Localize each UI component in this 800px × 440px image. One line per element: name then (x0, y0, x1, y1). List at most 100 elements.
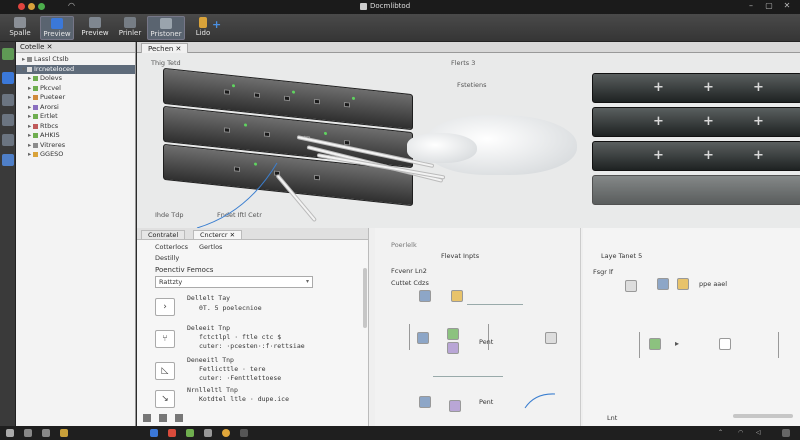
network-icon[interactable]: ◠ (738, 429, 743, 436)
app-icon (360, 3, 367, 10)
props-heading: Poenctiv Femocs (155, 266, 214, 274)
code-block[interactable]: ◺ Deneeitl Tnp Fetlicttle · tere cuter: … (151, 356, 365, 386)
rack-photo-view: Thig Tetd Flerts 3 Fstetiens + + + + + +… (137, 53, 800, 228)
toolbar-button-preview-2[interactable]: Preview (78, 16, 112, 40)
tree-item[interactable]: ▸ Lassl Ctslb (16, 55, 135, 65)
toolbar-button-prinler[interactable]: Prinler (116, 16, 144, 40)
file-icon (33, 123, 38, 129)
tag-icon[interactable] (2, 134, 14, 146)
code-block[interactable]: › Dellelt Tay 0T. 5 poelecnioe (151, 294, 365, 324)
volume-icon[interactable]: ◁ (756, 429, 761, 436)
property-panel: Contratel Cnctercr ✕ Cotterlocs Gertlos … (137, 228, 369, 426)
node-green[interactable] (649, 338, 661, 350)
panel-tool-icon[interactable] (159, 414, 167, 422)
task-view-icon[interactable] (42, 429, 50, 437)
code-head: Dellelt Tay (187, 294, 231, 302)
files-icon[interactable] (60, 429, 68, 437)
tab-contratel[interactable]: Contratel (141, 230, 186, 240)
code-head: Deneeitl Tnp (187, 356, 234, 364)
file-icon (33, 104, 38, 110)
lower-panels: Contratel Cnctercr ✕ Cotterlocs Gertlos … (137, 228, 800, 426)
node-label: ppe aael (699, 280, 728, 288)
panel-tool-icon[interactable] (143, 414, 151, 422)
taskbar: ⌃ ◠ ◁ (0, 426, 800, 440)
link-icon[interactable] (2, 114, 14, 126)
props-field[interactable]: Rattzty ▾ (155, 276, 313, 288)
app-icon[interactable] (168, 429, 176, 437)
vertical-scrollbar[interactable] (363, 268, 367, 328)
horizontal-scrollbar[interactable] (733, 414, 793, 418)
tree-item[interactable]: ▸ Vitreres (16, 141, 135, 151)
diagram-sub: Fsgr lf (593, 268, 614, 276)
app-icon[interactable] (204, 429, 212, 437)
wifi-icon: ◠ (68, 1, 75, 10)
maximize-button[interactable]: ▢ (762, 1, 776, 13)
file-icon (33, 114, 38, 119)
maximize-dot[interactable] (38, 3, 45, 10)
close-button[interactable]: ✕ (780, 1, 794, 13)
code-block[interactable]: ⑂ Deleeit Tnp fctctlpl · ftle ctc $ cute… (151, 324, 365, 354)
pen-icon[interactable] (2, 72, 14, 84)
minimize-dot[interactable] (28, 3, 35, 10)
browser-icon[interactable] (222, 429, 230, 437)
tree-item-selected[interactable]: ▾ Ircneteloced (16, 64, 135, 74)
tree-item[interactable]: ▸ Rtbcs (16, 122, 135, 132)
tray-icon[interactable]: ⌃ (718, 429, 723, 436)
close-dot[interactable] (18, 3, 25, 10)
node-yellow[interactable] (677, 278, 689, 290)
toolbar-label: Pristoner (150, 30, 182, 38)
tree-item[interactable]: ▸ GGESO (16, 150, 135, 160)
toolbar-label: Preview (81, 29, 109, 37)
toolbar-label: Prinler (118, 29, 142, 37)
tree-item[interactable]: ▸ AHKIS (16, 131, 135, 141)
toolbar-label: Lido (195, 29, 211, 37)
minimize-button[interactable]: – (744, 1, 758, 13)
arrow-icon (199, 17, 207, 28)
tree-item[interactable]: ▸ Pkcvel (16, 84, 135, 94)
app-icon[interactable] (150, 429, 158, 437)
panel-tool-icon[interactable] (175, 414, 183, 422)
signal-icon: ◺ (155, 362, 175, 380)
toolbar-button-spalle[interactable]: Spalle (4, 16, 36, 40)
toolbar-button-pristoner[interactable]: Pristoner (147, 16, 185, 40)
node-blue[interactable] (657, 278, 669, 290)
code-line: cuter: ·Fenttlettoese (199, 374, 282, 382)
code-line: 0T. 5 poelecnioe (199, 304, 262, 312)
tab-cnctercr[interactable]: Cnctercr ✕ (193, 230, 243, 240)
folder-icon (27, 66, 32, 72)
tree-item[interactable]: ▸ Arorsi (16, 103, 135, 113)
tree-item[interactable]: ▸ Pueteer (16, 93, 135, 103)
layers-icon[interactable] (2, 94, 14, 106)
prop-row-2: Destilly (155, 254, 180, 262)
explorer-tab[interactable]: Cotelle ✕ (16, 42, 135, 53)
toolbar-button-preview[interactable]: Preview (40, 16, 74, 40)
tree-item[interactable]: ▸ Dolevs (16, 74, 135, 84)
code-line: Fetlicttle · tere (199, 365, 266, 373)
prop-row-b: Gertlos (199, 243, 223, 251)
code-block[interactable]: ↘ Nrnlleltl Tnp Kotdtel ltle · dupe.ice (151, 386, 365, 412)
file-icon (33, 85, 38, 91)
props-field-value: Rattzty (159, 278, 183, 286)
search-icon[interactable] (24, 429, 32, 437)
code-line: Kotdtel ltle · dupe.ice (199, 395, 290, 403)
explorer-icon[interactable] (2, 48, 14, 60)
diagram-title: Laye Tanet 5 (601, 252, 643, 260)
node-gray[interactable] (625, 280, 637, 292)
start-icon[interactable] (6, 429, 14, 437)
app-icon[interactable] (186, 429, 194, 437)
file-icon (33, 95, 38, 100)
pencil-icon[interactable] (2, 154, 14, 166)
diagram-footer: Lnt (607, 414, 618, 422)
app-icon[interactable] (240, 429, 248, 437)
tree-item[interactable]: ▸ Ertlet (16, 112, 135, 122)
app-window: ◠ Docmlibtod – ▢ ✕ Spalle Preview Previe… (0, 0, 800, 440)
arrow-right-icon: › (155, 298, 175, 316)
home-icon (14, 17, 26, 28)
node-gray[interactable] (719, 338, 731, 350)
chevron-down-icon: ▾ (305, 278, 309, 285)
code-line: fctctlpl · ftle ctc $ (199, 333, 282, 341)
add-icon[interactable]: + (212, 18, 221, 31)
notification-icon[interactable] (782, 429, 790, 437)
printer-icon (124, 17, 136, 28)
play-icon[interactable]: ▸ (675, 339, 679, 348)
